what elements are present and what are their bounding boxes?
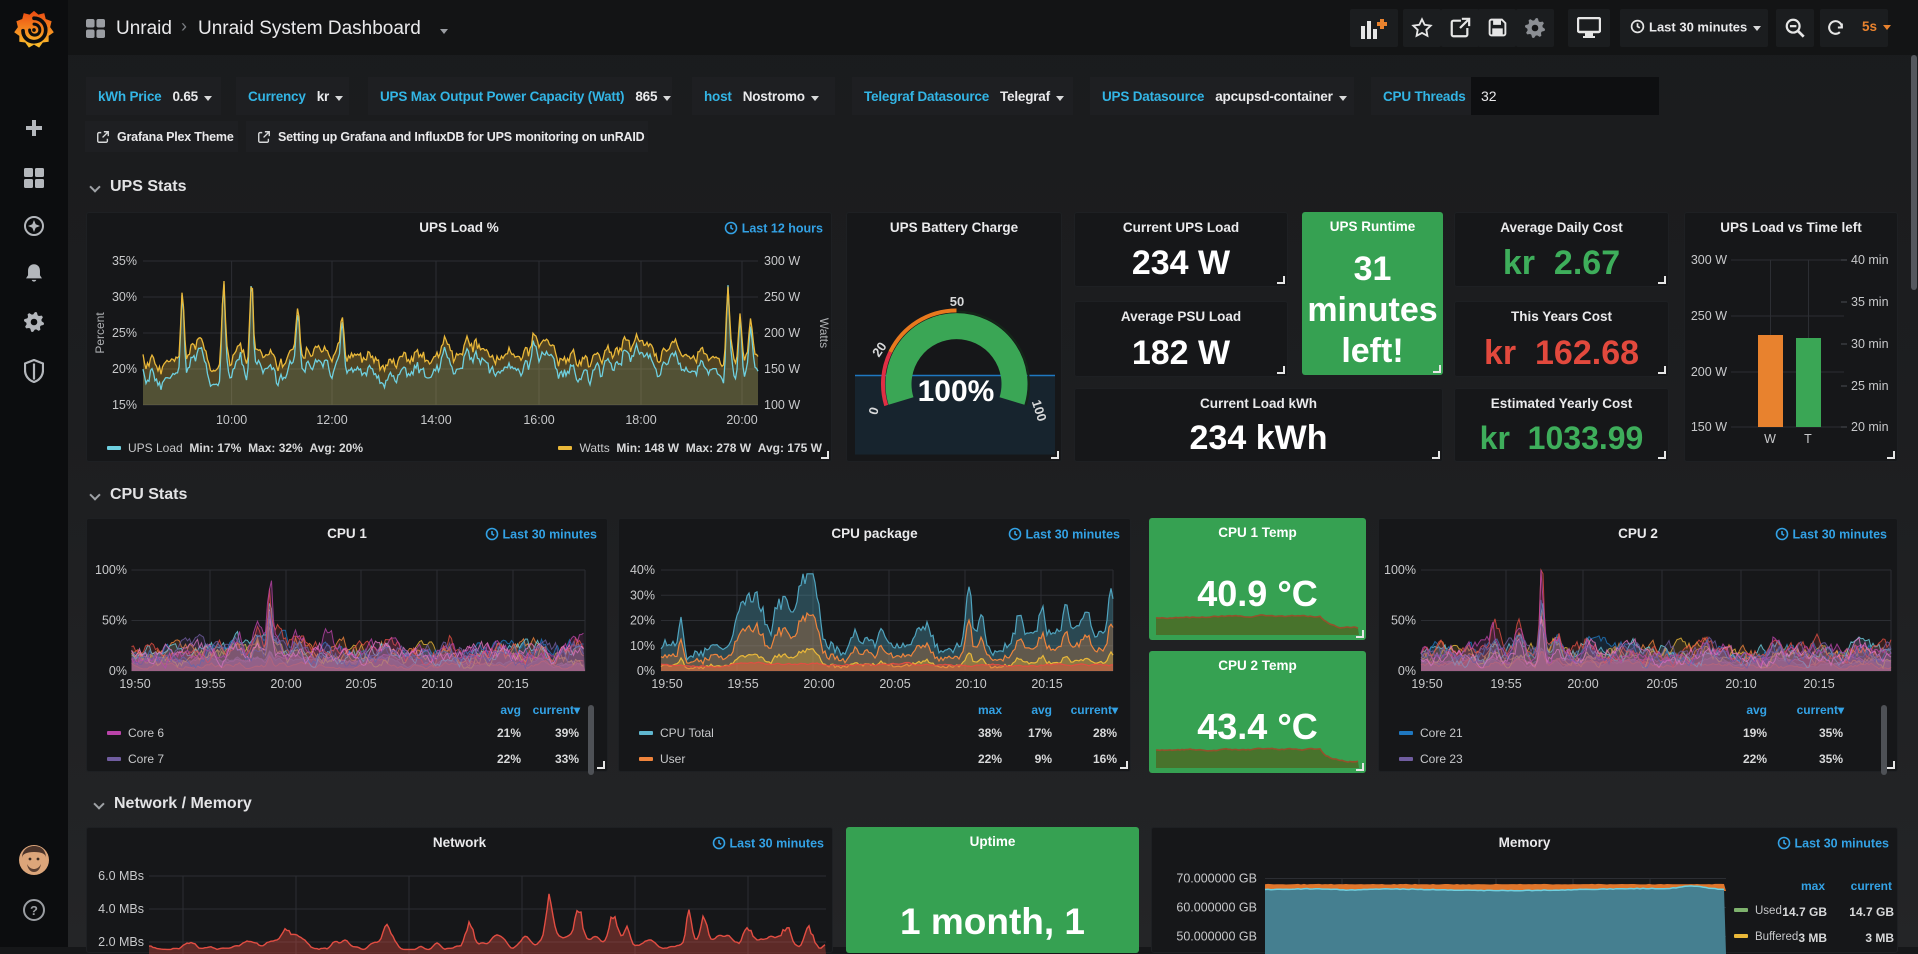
svg-text:30%: 30% [630,588,655,602]
svg-text:50.000000 GB: 50.000000 GB [1176,930,1257,944]
svg-text:20:15: 20:15 [497,677,528,691]
svg-text:0%: 0% [637,664,655,678]
svg-text:100 W: 100 W [764,398,800,412]
svg-text:18:00: 18:00 [625,413,656,427]
svg-text:20:05: 20:05 [879,677,910,691]
svg-text:15%: 15% [112,398,137,412]
svg-text:40 min: 40 min [1851,253,1889,267]
svg-text:19:55: 19:55 [1490,677,1521,691]
svg-text:150 W: 150 W [1691,420,1727,434]
svg-text:20:10: 20:10 [955,677,986,691]
svg-text:?: ? [30,903,38,918]
svg-text:6.0 MBs: 6.0 MBs [98,869,144,883]
svg-text:200 W: 200 W [1691,365,1727,379]
svg-text:100%: 100% [95,563,127,577]
svg-text:19:55: 19:55 [727,677,758,691]
svg-text:20:00: 20:00 [270,677,301,691]
svg-text:T: T [1804,432,1812,446]
svg-text:30%: 30% [112,290,137,304]
svg-text:Percent: Percent [93,312,107,354]
svg-text:20 min: 20 min [1851,420,1889,434]
svg-text:300 W: 300 W [764,254,800,268]
svg-text:50: 50 [950,294,964,309]
svg-text:40%: 40% [630,563,655,577]
svg-text:19:50: 19:50 [1411,677,1442,691]
svg-text:100%: 100% [1384,563,1416,577]
svg-text:10:00: 10:00 [216,413,247,427]
svg-text:25%: 25% [112,326,137,340]
svg-text:70.000000 GB: 70.000000 GB [1176,872,1257,886]
svg-text:10%: 10% [630,639,655,653]
svg-text:19:50: 19:50 [651,677,682,691]
svg-text:50%: 50% [102,614,127,628]
svg-text:250 W: 250 W [1691,309,1727,323]
svg-text:19:50: 19:50 [119,677,150,691]
svg-text:12:00: 12:00 [316,413,347,427]
svg-text:20:10: 20:10 [421,677,452,691]
svg-text:20%: 20% [630,614,655,628]
svg-text:35 min: 35 min [1851,295,1889,309]
svg-text:16:00: 16:00 [523,413,554,427]
svg-text:35%: 35% [112,254,137,268]
svg-text:20:15: 20:15 [1031,677,1062,691]
svg-text:20:00: 20:00 [1567,677,1598,691]
svg-text:4.0 MBs: 4.0 MBs [98,902,144,916]
svg-text:20:15: 20:15 [1803,677,1834,691]
svg-text:20:10: 20:10 [1725,677,1756,691]
svg-text:19:55: 19:55 [194,677,225,691]
svg-text:20%: 20% [112,362,137,376]
svg-text:14:00: 14:00 [420,413,451,427]
svg-text:20:05: 20:05 [345,677,376,691]
svg-text:0%: 0% [109,664,127,678]
svg-text:20:05: 20:05 [1646,677,1677,691]
svg-text:W: W [1764,432,1776,446]
svg-text:Watts: Watts [817,318,831,348]
svg-text:60.000000 GB: 60.000000 GB [1176,901,1257,915]
svg-text:300 W: 300 W [1691,253,1727,267]
svg-text:50%: 50% [1391,614,1416,628]
svg-text:25 min: 25 min [1851,379,1889,393]
svg-text:250 W: 250 W [764,290,800,304]
svg-text:20:00: 20:00 [803,677,834,691]
svg-text:100%: 100% [918,375,995,408]
svg-text:200 W: 200 W [764,326,800,340]
svg-text:20:00: 20:00 [726,413,757,427]
svg-text:30 min: 30 min [1851,337,1889,351]
svg-text:0%: 0% [1398,664,1416,678]
svg-text:150 W: 150 W [764,362,800,376]
